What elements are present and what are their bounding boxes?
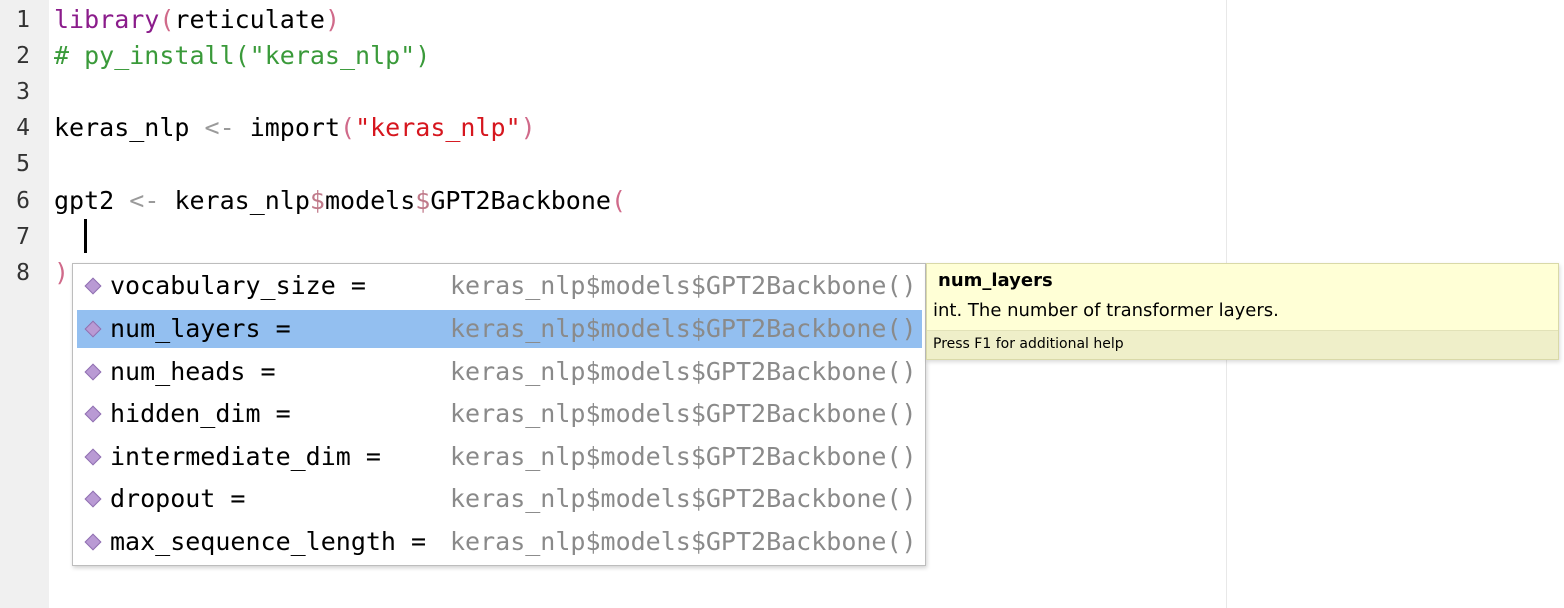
paren-token: ) xyxy=(324,5,340,34)
identifier-token: reticulate xyxy=(174,5,325,34)
paren-token: ( xyxy=(610,186,627,215)
help-title: num_layers xyxy=(938,270,1053,291)
completion-item-name: max_sequence_length = xyxy=(110,527,427,556)
code-line-6[interactable]: gpt2 <- keras_nlp$models$GPT2Backbone( xyxy=(54,183,626,219)
line-number: 2 xyxy=(16,43,30,69)
autocomplete-popup[interactable]: vocabulary_size = keras_nlp$models$GPT2B… xyxy=(72,263,926,566)
completion-item-source: keras_nlp$models$GPT2Backbone() xyxy=(450,442,917,471)
identifier-token: models xyxy=(324,186,416,215)
line-number: 7 xyxy=(16,224,30,250)
completion-item-source: keras_nlp$models$GPT2Backbone() xyxy=(450,271,917,300)
argument-diamond-icon xyxy=(84,320,102,338)
completion-item-name: vocabulary_size = xyxy=(110,271,366,300)
paren-token: ) xyxy=(520,113,536,142)
line-number: 1 xyxy=(16,7,30,33)
code-line-4[interactable]: keras_nlp <- import("keras_nlp") xyxy=(54,110,536,146)
function-token: import xyxy=(249,113,340,142)
assignment-operator: <- xyxy=(129,186,160,215)
argument-diamond-icon xyxy=(84,490,102,508)
text-cursor xyxy=(84,219,87,253)
help-footer-text: Press F1 for additional help xyxy=(933,336,1124,352)
completion-item-source: keras_nlp$models$GPT2Backbone() xyxy=(450,484,917,513)
argument-diamond-icon xyxy=(84,448,102,466)
argument-diamond-icon xyxy=(84,277,102,295)
comment-token: # py_install("keras_nlp") xyxy=(54,41,431,70)
identifier-token: GPT2Backbone xyxy=(430,186,611,215)
line-number: 3 xyxy=(16,79,30,105)
code-line-8[interactable]: ) xyxy=(54,255,69,291)
completion-item-name: num_heads = xyxy=(110,357,276,386)
completion-item-source: keras_nlp$models$GPT2Backbone() xyxy=(450,527,917,556)
completion-item-source: keras_nlp$models$GPT2Backbone() xyxy=(450,357,917,386)
identifier-token: keras_nlp xyxy=(174,186,310,215)
completion-item[interactable]: max_sequence_length = keras_nlp$models$G… xyxy=(77,523,922,561)
completion-item-name: num_layers = xyxy=(110,314,291,343)
function-token: library xyxy=(54,5,160,34)
identifier-token: keras_nlp xyxy=(54,113,205,142)
assignment-operator: <- xyxy=(204,113,235,142)
completion-item[interactable]: intermediate_dim = keras_nlp$models$GPT2… xyxy=(77,438,922,476)
line-number: 8 xyxy=(16,260,30,286)
line-number: 6 xyxy=(16,188,30,214)
identifier-token: gpt2 xyxy=(54,186,130,215)
completion-item-source: keras_nlp$models$GPT2Backbone() xyxy=(450,314,917,343)
code-line-1[interactable]: library(reticulate) xyxy=(54,2,340,38)
dollar-operator: $ xyxy=(415,186,431,215)
paren-token: ( xyxy=(159,5,175,34)
line-number-gutter: 1 2 3 4 5 6 7 8 xyxy=(0,0,49,608)
completion-item-selected[interactable]: num_layers = keras_nlp$models$GPT2Backbo… xyxy=(77,310,922,348)
help-footer: Press F1 for additional help xyxy=(927,330,1558,359)
argument-help-tooltip: num_layers int. The number of transforme… xyxy=(926,263,1559,360)
completion-item[interactable]: hidden_dim = keras_nlp$models$GPT2Backbo… xyxy=(77,395,922,433)
line-number: 4 xyxy=(16,115,30,141)
argument-diamond-icon xyxy=(84,363,102,381)
dollar-operator: $ xyxy=(309,186,325,215)
completion-item-source: keras_nlp$models$GPT2Backbone() xyxy=(450,399,917,428)
string-token: "keras_nlp" xyxy=(355,113,521,142)
completion-item-name: dropout = xyxy=(110,484,246,513)
completion-item[interactable]: dropout = keras_nlp$models$GPT2Backbone(… xyxy=(77,480,922,518)
paren-token: ( xyxy=(340,113,356,142)
argument-diamond-icon xyxy=(84,533,102,551)
help-description: int. The number of transformer layers. xyxy=(933,300,1279,321)
argument-diamond-icon xyxy=(84,405,102,423)
completion-item-name: hidden_dim = xyxy=(110,399,291,428)
paren-token: ) xyxy=(54,258,70,287)
code-editor[interactable]: 1 2 3 4 5 6 7 8 library(reticulate) # py… xyxy=(0,0,1564,608)
completion-item-name: intermediate_dim = xyxy=(110,442,381,471)
completion-item[interactable]: vocabulary_size = keras_nlp$models$GPT2B… xyxy=(77,267,922,305)
code-line-2[interactable]: # py_install("keras_nlp") xyxy=(54,38,430,74)
line-number: 5 xyxy=(16,151,30,177)
completion-item[interactable]: num_heads = keras_nlp$models$GPT2Backbon… xyxy=(77,353,922,391)
